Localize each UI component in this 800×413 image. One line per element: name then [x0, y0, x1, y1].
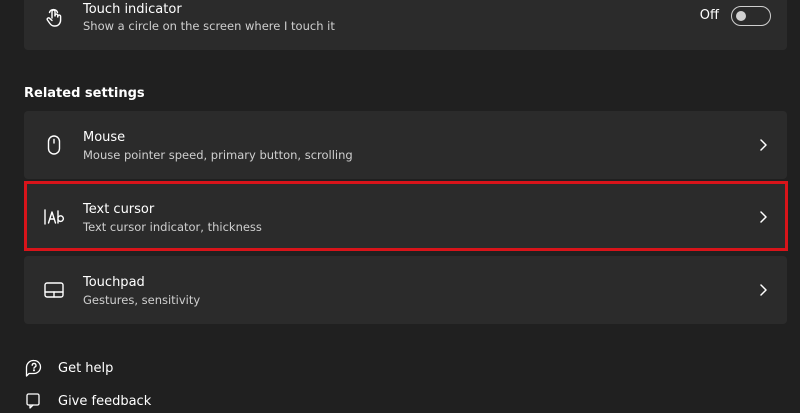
get-help-label: Get help — [58, 360, 114, 376]
touch-indicator-toggle[interactable] — [731, 6, 771, 26]
touch-indicator-card: Touch indicator Show a circle on the scr… — [24, 0, 787, 50]
settings-item-subtitle: Gestures, sensitivity — [83, 293, 201, 307]
settings-item-subtitle: Mouse pointer speed, primary button, scr… — [83, 148, 353, 162]
give-feedback-link[interactable]: Give feedback — [24, 389, 151, 413]
feedback-icon — [24, 391, 44, 411]
chevron-right-icon — [757, 282, 769, 298]
settings-item-mouse[interactable]: Mouse Mouse pointer speed, primary butto… — [24, 111, 787, 179]
help-chat-icon — [24, 358, 44, 378]
touch-indicator-subtitle: Show a circle on the screen where I touc… — [83, 19, 335, 33]
chevron-right-icon — [757, 137, 769, 153]
settings-item-title: Mouse — [83, 130, 126, 145]
related-settings-heading: Related settings — [24, 86, 145, 101]
settings-item-subtitle: Text cursor indicator, thickness — [83, 220, 262, 234]
settings-item-text-cursor[interactable]: Text cursor Text cursor indicator, thick… — [24, 183, 787, 251]
settings-item-touchpad[interactable]: Touchpad Gestures, sensitivity — [24, 256, 787, 324]
settings-item-title: Touchpad — [83, 275, 145, 290]
toggle-state-label: Off — [699, 8, 719, 23]
chevron-right-icon — [757, 209, 769, 225]
give-feedback-label: Give feedback — [58, 393, 152, 409]
toggle-knob — [736, 11, 746, 21]
touch-hand-icon — [42, 5, 66, 29]
get-help-link[interactable]: Get help — [24, 356, 113, 380]
text-cursor-icon — [42, 205, 66, 229]
settings-item-title: Text cursor — [83, 202, 155, 217]
touch-indicator-title: Touch indicator — [83, 2, 182, 17]
touchpad-icon — [42, 278, 66, 302]
mouse-icon — [42, 133, 66, 157]
